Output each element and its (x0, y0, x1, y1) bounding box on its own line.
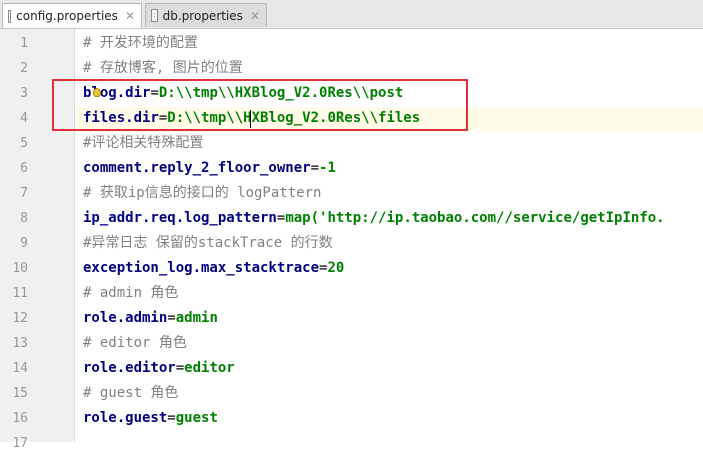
line-number: 2 (20, 61, 28, 76)
property-key: role.guest (83, 410, 168, 426)
line-number: 3 (20, 86, 28, 101)
property-key: role.admin (83, 310, 168, 326)
line-number: 1 (20, 36, 28, 51)
line-number: 7 (20, 186, 28, 201)
tab-label: db.properties (162, 8, 243, 23)
code-line[interactable]: 7 # 获取ip信息的接口的 logPattern (0, 181, 703, 206)
line-number: 8 (20, 211, 28, 226)
comment-text: # guest 角色 (83, 385, 179, 401)
code-line[interactable]: 10 exception_log.max_stacktrace=20 (0, 256, 703, 281)
property-value: editor (184, 360, 235, 376)
code-line[interactable]: 11 # admin 角色 (0, 281, 703, 306)
line-number: 13 (12, 336, 28, 351)
line-number: 10 (12, 261, 28, 276)
code-line[interactable]: 16 role.guest=guest (0, 406, 703, 431)
line-number: 12 (12, 311, 28, 326)
comment-text: # 获取ip信息的接口的 logPattern (83, 185, 322, 201)
properties-file-icon (151, 9, 158, 22)
property-entry: comment.reply_2_floor_owner=-1 (83, 156, 336, 181)
close-icon[interactable]: ✕ (250, 10, 260, 22)
code-line[interactable]: 14 role.editor=editor (0, 356, 703, 381)
property-entry: exception_log.max_stacktrace=20 (83, 256, 344, 281)
line-number: 9 (20, 236, 28, 251)
property-value: admin (175, 310, 218, 326)
code-line[interactable]: 15 # guest 角色 (0, 381, 703, 406)
code-line[interactable]: 17 (0, 431, 703, 456)
tab-db-properties[interactable]: db.properties ✕ (145, 3, 267, 27)
line-number: 17 (12, 436, 28, 451)
property-value: guest (175, 410, 218, 426)
close-icon[interactable]: ✕ (125, 10, 135, 22)
property-entry: role.editor=editor (83, 356, 235, 381)
text-caret (250, 110, 251, 128)
comment-text: # editor 角色 (83, 335, 187, 351)
code-line[interactable]: 6 comment.reply_2_floor_owner=-1 (0, 156, 703, 181)
tab-label: config.properties (16, 9, 118, 23)
comment-text: # 存放博客, 图片的位置 (83, 60, 243, 76)
code-line[interactable]: 8 ip_addr.req.log_pattern=map('http://ip.… (0, 206, 703, 231)
editor-tab-bar: config.properties ✕ db.properties ✕ (0, 0, 703, 29)
line-number: 16 (12, 411, 28, 426)
properties-file-icon (8, 9, 12, 23)
property-key: comment.reply_2_floor_owner (83, 160, 311, 176)
comment-text: #评论相关特殊配置 (83, 135, 204, 151)
equals-sign: = (167, 410, 176, 426)
tab-config-properties[interactable]: config.properties ✕ (2, 3, 142, 28)
line-number: 15 (12, 386, 28, 401)
property-key: exception_log.max_stacktrace (83, 260, 320, 276)
line-number: 5 (20, 136, 28, 151)
code-line[interactable]: 5 #评论相关特殊配置 (0, 131, 703, 156)
comment-text: #异常日志 保留的stackTrace 的行数 (83, 235, 333, 251)
property-value: 20 (327, 260, 345, 276)
property-value: -1 (319, 160, 336, 176)
equals-sign: = (167, 310, 176, 326)
code-line[interactable]: 9 #异常日志 保留的stackTrace 的行数 (0, 231, 703, 256)
line-number: 4 (20, 111, 28, 126)
code-line[interactable]: 1 # 开发环境的配置 (0, 31, 703, 56)
property-entry: role.admin=admin (83, 306, 218, 331)
equals-sign: = (310, 160, 320, 176)
lightbulb-icon[interactable] (93, 88, 101, 97)
property-value: map('http://ip.taobao.com//service/getIp… (285, 210, 665, 226)
code-line[interactable]: 13 # editor 角色 (0, 331, 703, 356)
code-line[interactable]: 12 role.admin=admin (0, 306, 703, 331)
code-line[interactable]: 2 # 存放博客, 图片的位置 (0, 56, 703, 81)
property-key: role.editor (83, 360, 176, 376)
comment-text: # 开发环境的配置 (83, 35, 198, 51)
equals-sign: = (175, 360, 185, 376)
property-entry: role.guest=guest (83, 406, 218, 431)
comment-text: # admin 角色 (83, 285, 179, 301)
line-number: 6 (20, 161, 28, 176)
property-key: ip_addr.req.log_pattern (83, 210, 277, 226)
annotation-highlight-box (52, 79, 468, 131)
property-entry: ip_addr.req.log_pattern=map('http://ip.t… (83, 206, 665, 231)
line-number: 14 (12, 361, 28, 376)
line-number: 11 (12, 286, 28, 301)
